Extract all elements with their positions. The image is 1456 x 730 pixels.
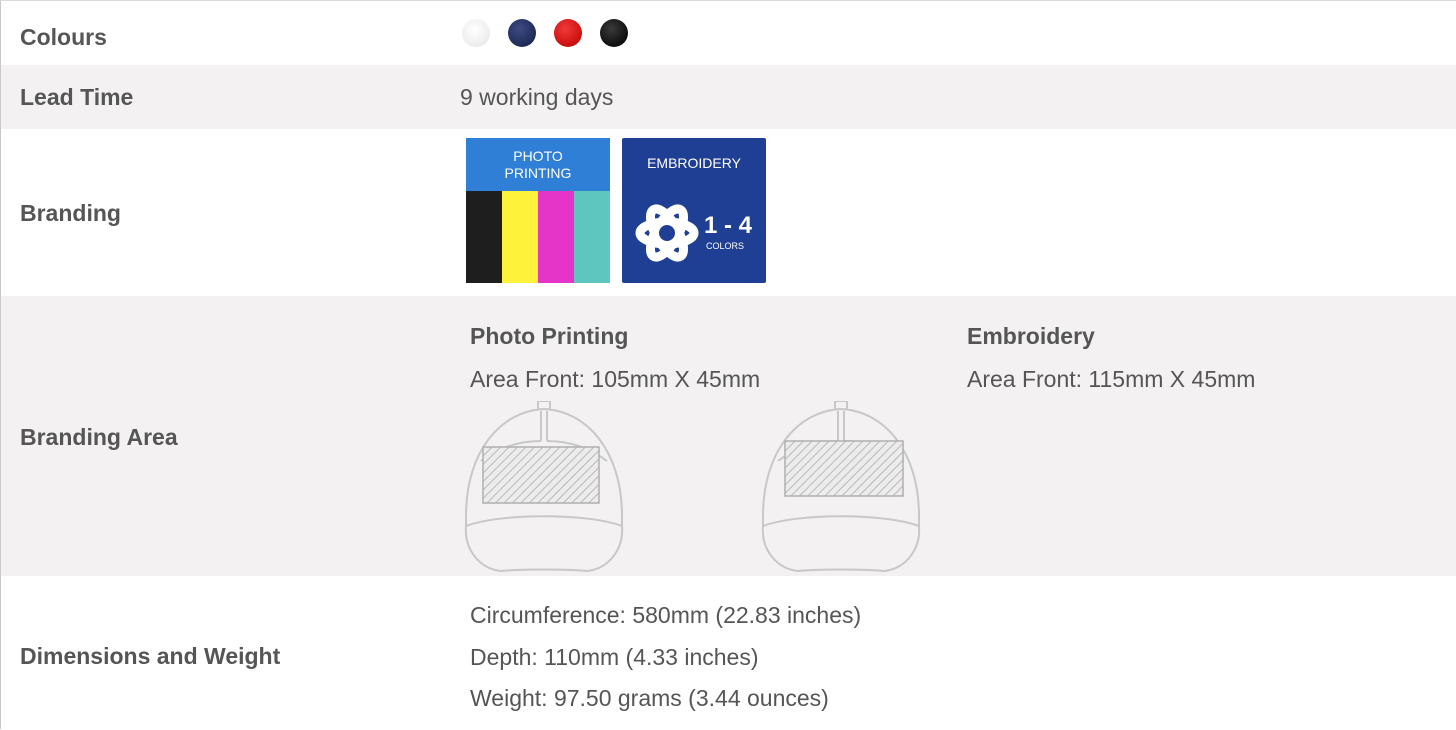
lead-time-value: 9 working days [460,84,614,110]
thread-icon [635,204,699,262]
photo-badge-line1: PHOTO [513,148,563,164]
photo-badge-line2: PRINTING [504,165,572,181]
lead-time-label: Lead Time [20,84,134,110]
yellow-stripe [502,191,538,283]
black-stripe [466,191,502,283]
magenta-stripe [538,191,574,283]
depth-text: Depth: 110mm (4.33 inches) [470,644,759,670]
embroidery-color-range: 1 - 4 [704,212,753,239]
colours-row: Colours [1,1,1456,65]
print-area-photo [482,446,600,504]
embroidery-colors-unit: COLORS [706,241,745,251]
branding-area-row: Branding Area Photo Printing Area Front:… [1,296,1456,576]
photo-printing-heading: Photo Printing [470,323,629,349]
embroidery-badge: EMBROIDERY 1 - 4 COLORS [622,138,766,283]
branding-label: Branding [20,200,121,226]
swatch-black[interactable] [600,19,628,47]
dimensions-row: Dimensions and Weight Circumference: 580… [1,576,1456,730]
print-area-embroidery [784,440,904,497]
cap-front-diagram-photo [464,401,624,573]
swatch-red[interactable] [554,19,582,47]
lead-time-row: Lead Time 9 working days [1,65,1456,129]
photo-printing-badge: PHOTO PRINTING [466,138,610,283]
circumference-text: Circumference: 580mm (22.83 inches) [470,602,862,628]
weight-text: Weight: 97.50 grams (3.44 ounces) [470,685,829,711]
embroidery-badge-title: EMBROIDERY [647,155,741,171]
swatch-white[interactable] [462,19,490,47]
cap-front-diagram-embroidery [761,401,921,573]
dimensions-label: Dimensions and Weight [20,643,281,669]
photo-printing-badge-title: PHOTO PRINTING [466,138,610,191]
embroidery-area: Area Front: 115mm X 45mm [967,366,1256,392]
embroidery-heading: Embroidery [967,323,1095,349]
swatch-navy[interactable] [508,19,536,47]
cyan-stripe [574,191,610,283]
photo-printing-area: Area Front: 105mm X 45mm [470,366,761,392]
branding-row: Branding PHOTO PRINTING EMBROIDERY 1 - 4… [1,129,1456,296]
branding-area-label: Branding Area [20,424,178,450]
product-spec-table: Colours Lead Time 9 working days Brandin… [0,0,1456,729]
colours-label: Colours [20,24,107,50]
